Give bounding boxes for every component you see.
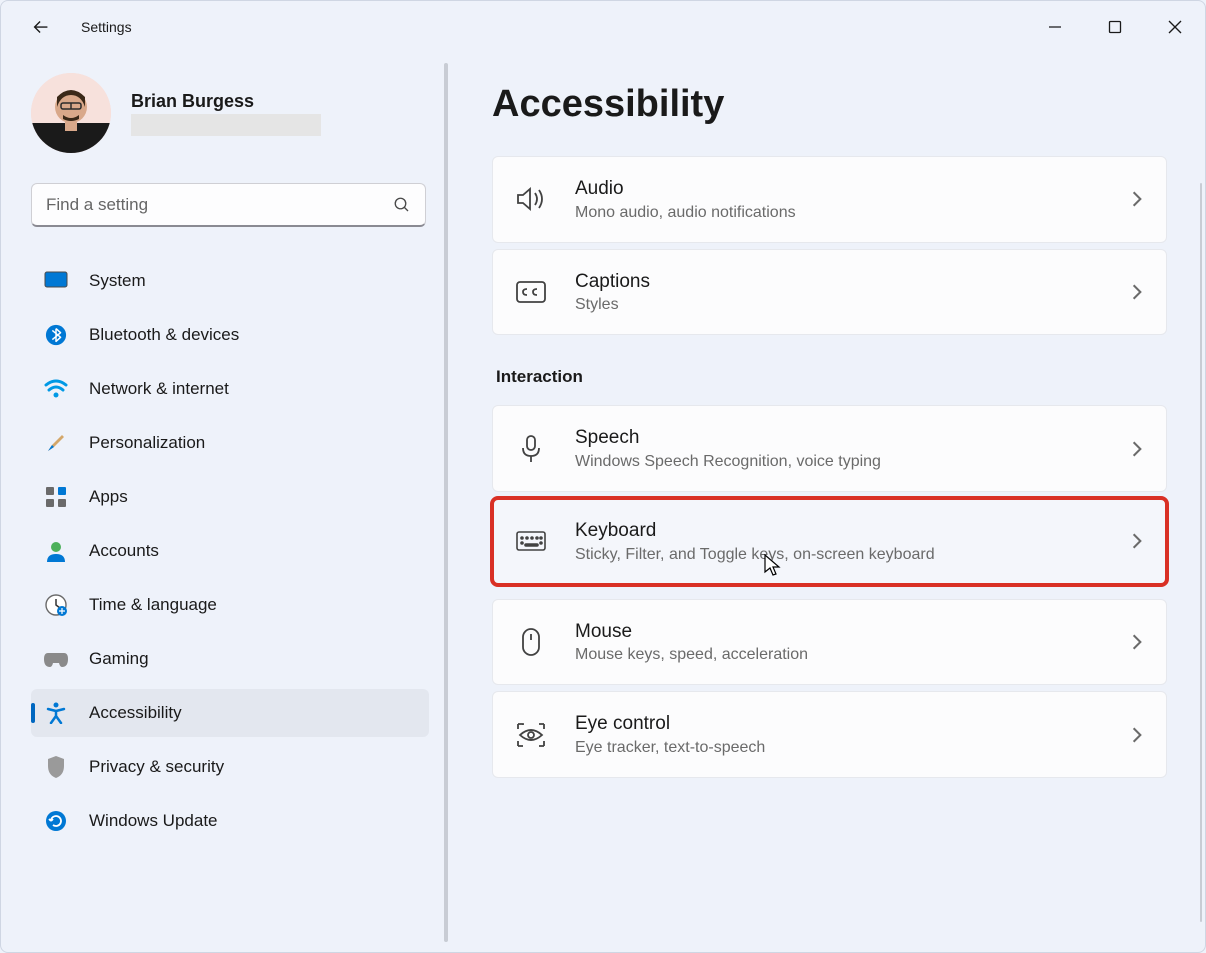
accounts-icon	[43, 538, 69, 564]
maximize-icon	[1108, 20, 1122, 34]
card-title: Captions	[575, 270, 1130, 295]
profile-name: Brian Burgess	[131, 91, 321, 112]
main-scrollbar[interactable]	[1200, 183, 1202, 922]
microphone-icon	[515, 433, 547, 465]
shield-icon	[43, 754, 69, 780]
nav-list: System Bluetooth & devices Network & int…	[31, 257, 446, 845]
mouse-icon	[515, 626, 547, 658]
window-controls	[1025, 7, 1205, 47]
search-input[interactable]	[46, 195, 393, 215]
card-text: Audio Mono audio, audio notifications	[575, 177, 1130, 222]
nav-item-accounts[interactable]: Accounts	[31, 527, 429, 575]
card-text: Speech Windows Speech Recognition, voice…	[575, 426, 1130, 471]
eye-icon	[515, 719, 547, 751]
card-subtitle: Mono audio, audio notifications	[575, 204, 1130, 222]
nav-label: Apps	[89, 487, 128, 507]
close-icon	[1168, 20, 1182, 34]
profile-email-redacted	[131, 114, 321, 136]
card-title: Mouse	[575, 620, 1130, 645]
card-audio[interactable]: Audio Mono audio, audio notifications	[492, 156, 1167, 243]
settings-window: Settings	[0, 0, 1206, 953]
card-title: Speech	[575, 426, 1130, 451]
search-box[interactable]	[31, 183, 426, 227]
nav-label: Network & internet	[89, 379, 229, 399]
card-keyboard[interactable]: Keyboard Sticky, Filter, and Toggle keys…	[492, 498, 1167, 585]
nav-item-accessibility[interactable]: Accessibility	[31, 689, 429, 737]
card-subtitle: Sticky, Filter, and Toggle keys, on-scre…	[575, 546, 1130, 564]
sidebar: Brian Burgess System Bluetooth & devices	[1, 53, 446, 952]
nav-item-update[interactable]: Windows Update	[31, 797, 429, 845]
avatar	[31, 73, 111, 153]
system-icon	[43, 268, 69, 294]
clock-icon	[43, 592, 69, 618]
nav-item-network[interactable]: Network & internet	[31, 365, 429, 413]
card-title: Keyboard	[575, 519, 1130, 544]
back-button[interactable]	[23, 9, 59, 45]
profile-block[interactable]: Brian Burgess	[31, 73, 446, 153]
chevron-right-icon	[1130, 633, 1144, 651]
card-title: Eye control	[575, 712, 1130, 737]
audio-icon	[515, 183, 547, 215]
card-subtitle: Mouse keys, speed, acceleration	[575, 646, 1130, 664]
titlebar: Settings	[1, 1, 1205, 53]
nav-label: Personalization	[89, 433, 205, 453]
accessibility-icon	[43, 700, 69, 726]
chevron-right-icon	[1130, 283, 1144, 301]
paintbrush-icon	[43, 430, 69, 456]
chevron-right-icon	[1130, 532, 1144, 550]
nav-item-system[interactable]: System	[31, 257, 429, 305]
content-area: Brian Burgess System Bluetooth & devices	[1, 53, 1205, 952]
nav-item-bluetooth[interactable]: Bluetooth & devices	[31, 311, 429, 359]
card-mouse[interactable]: Mouse Mouse keys, speed, acceleration	[492, 599, 1167, 686]
main-panel: Accessibility Audio Mono audio, audio no…	[446, 53, 1205, 952]
card-speech[interactable]: Speech Windows Speech Recognition, voice…	[492, 405, 1167, 492]
card-eye-control[interactable]: Eye control Eye tracker, text-to-speech	[492, 691, 1167, 778]
gaming-icon	[43, 646, 69, 672]
nav-label: Accessibility	[89, 703, 182, 723]
minimize-button[interactable]	[1025, 7, 1085, 47]
chevron-right-icon	[1130, 726, 1144, 744]
nav-item-apps[interactable]: Apps	[31, 473, 429, 521]
card-text: Captions Styles	[575, 270, 1130, 315]
minimize-icon	[1048, 20, 1062, 34]
section-label-interaction: Interaction	[496, 367, 1167, 387]
maximize-button[interactable]	[1085, 7, 1145, 47]
nav-item-privacy[interactable]: Privacy & security	[31, 743, 429, 791]
search-icon	[393, 196, 411, 214]
nav-label: Privacy & security	[89, 757, 224, 777]
keyboard-icon	[515, 525, 547, 557]
update-icon	[43, 808, 69, 834]
card-title: Audio	[575, 177, 1130, 202]
page-title: Accessibility	[492, 83, 1167, 126]
card-text: Mouse Mouse keys, speed, acceleration	[575, 620, 1130, 665]
bluetooth-icon	[43, 322, 69, 348]
nav-label: Windows Update	[89, 811, 218, 831]
card-subtitle: Eye tracker, text-to-speech	[575, 739, 1130, 757]
nav-item-gaming[interactable]: Gaming	[31, 635, 429, 683]
card-subtitle: Styles	[575, 296, 1130, 314]
close-button[interactable]	[1145, 7, 1205, 47]
card-text: Eye control Eye tracker, text-to-speech	[575, 712, 1130, 757]
captions-icon	[515, 276, 547, 308]
card-subtitle: Windows Speech Recognition, voice typing	[575, 453, 1130, 471]
wifi-icon	[43, 376, 69, 402]
chevron-right-icon	[1130, 190, 1144, 208]
chevron-right-icon	[1130, 440, 1144, 458]
nav-item-personalization[interactable]: Personalization	[31, 419, 429, 467]
profile-info: Brian Burgess	[131, 91, 321, 136]
apps-icon	[43, 484, 69, 510]
nav-label: Accounts	[89, 541, 159, 561]
arrow-left-icon	[30, 16, 52, 38]
nav-label: Gaming	[89, 649, 149, 669]
nav-label: Time & language	[89, 595, 217, 615]
nav-label: Bluetooth & devices	[89, 325, 239, 345]
app-title: Settings	[81, 19, 132, 35]
nav-label: System	[89, 271, 146, 291]
nav-item-time[interactable]: Time & language	[31, 581, 429, 629]
card-captions[interactable]: Captions Styles	[492, 249, 1167, 336]
card-text: Keyboard Sticky, Filter, and Toggle keys…	[575, 519, 1130, 564]
